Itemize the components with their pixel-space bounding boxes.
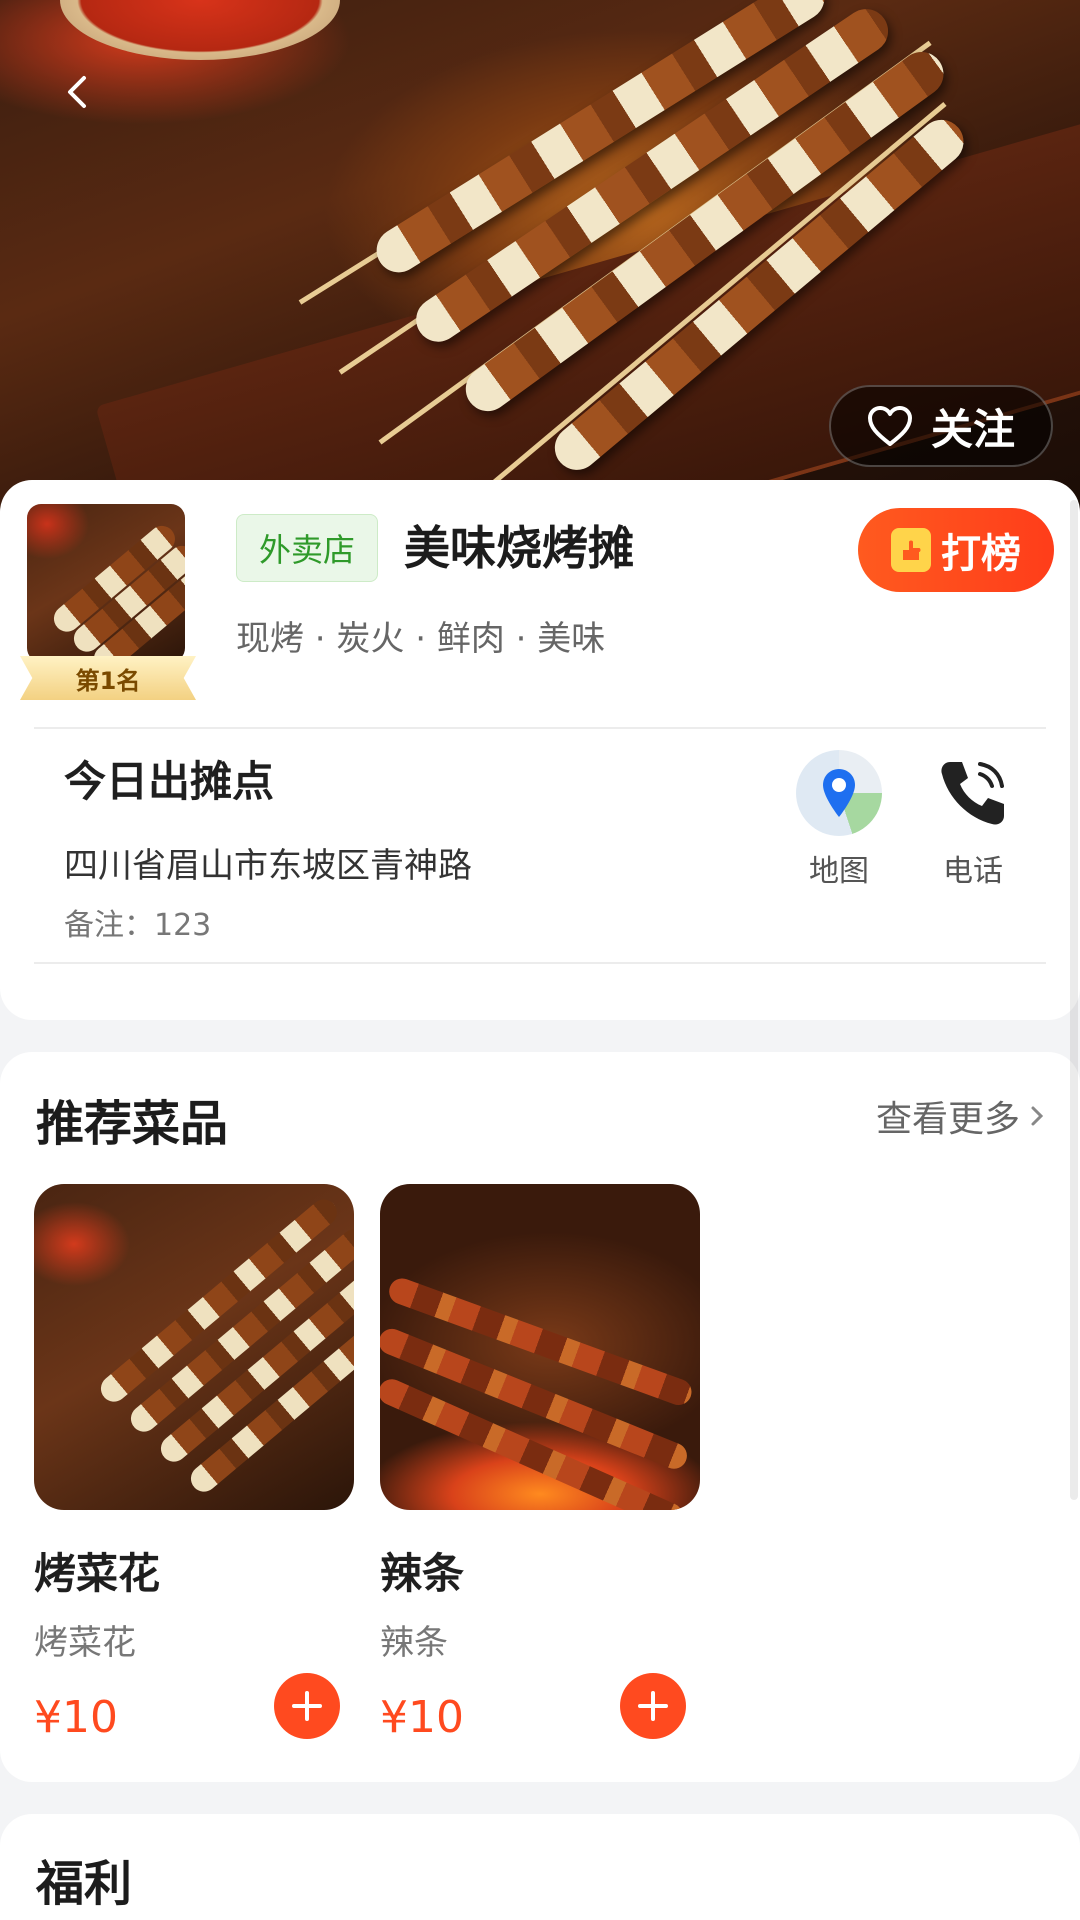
rank-vote-label: 打榜 bbox=[941, 531, 1021, 577]
store-info-card: 第1名 外卖店 美味烧烤摊 打榜 现烤 · 炭火 · 鲜肉 · 美味 今日出摊点… bbox=[0, 480, 1080, 1020]
back-button[interactable] bbox=[38, 52, 118, 132]
map-button[interactable]: 地图 bbox=[784, 750, 894, 890]
see-more-link[interactable]: 查看更多 bbox=[876, 1090, 1044, 1142]
medal-icon bbox=[891, 528, 931, 572]
dish-image bbox=[34, 1184, 354, 1510]
back-icon bbox=[68, 76, 86, 108]
add-to-cart-button[interactable] bbox=[620, 1673, 686, 1739]
dish-card[interactable]: 辣条 辣条 ¥10 bbox=[380, 1184, 700, 1743]
spice-bowl-decoration bbox=[60, 0, 340, 60]
rank-vote-button[interactable]: 打榜 bbox=[858, 508, 1054, 592]
benefits-section: 福利 bbox=[0, 1814, 1080, 1920]
location-address: 四川省眉山市东坡区青神路 bbox=[64, 846, 472, 886]
store-thumbnail bbox=[27, 504, 185, 662]
divider bbox=[34, 727, 1046, 729]
follow-button[interactable]: 关注 bbox=[829, 385, 1053, 467]
location-title: 今日出摊点 bbox=[64, 757, 275, 806]
store-type-tag: 外卖店 bbox=[236, 514, 379, 582]
divider bbox=[34, 962, 1046, 964]
recommended-dishes-section: 推荐菜品 查看更多 烤菜花 烤菜花 ¥10 辣条 辣条 ¥10 bbox=[0, 1052, 1080, 1782]
see-more-label: 查看更多 bbox=[875, 1099, 1020, 1140]
phone-button[interactable]: 电话 bbox=[918, 750, 1028, 890]
scrollbar[interactable] bbox=[1070, 500, 1078, 1500]
location-note: 备注：123 bbox=[64, 908, 212, 943]
store-name: 美味烧烤摊 bbox=[404, 521, 634, 575]
map-pin-icon bbox=[796, 750, 882, 836]
store-feature-tags: 现烤 · 炭火 · 鲜肉 · 美味 bbox=[236, 619, 606, 659]
plus-icon bbox=[292, 1691, 322, 1721]
section-title: 福利 bbox=[36, 1856, 133, 1912]
dish-card[interactable]: 烤菜花 烤菜花 ¥10 bbox=[34, 1184, 354, 1743]
dish-description: 烤菜花 bbox=[34, 1623, 136, 1663]
dish-description: 辣条 bbox=[380, 1623, 448, 1663]
add-to-cart-button[interactable] bbox=[274, 1673, 340, 1739]
hero-banner-image: 关注 bbox=[0, 0, 1080, 520]
phone-label: 电话 bbox=[943, 854, 1003, 889]
map-label: 地图 bbox=[809, 854, 869, 889]
chevron-right-icon bbox=[1031, 1106, 1044, 1126]
plus-icon bbox=[638, 1691, 668, 1721]
dish-name: 辣条 bbox=[380, 1549, 465, 1598]
heart-icon bbox=[867, 406, 912, 446]
rank-ribbon: 第1名 bbox=[20, 656, 196, 700]
dish-name: 烤菜花 bbox=[34, 1549, 161, 1598]
section-title: 推荐菜品 bbox=[36, 1096, 229, 1152]
phone-icon bbox=[930, 750, 1016, 836]
follow-label: 关注 bbox=[930, 404, 1015, 454]
dish-image bbox=[380, 1184, 700, 1510]
